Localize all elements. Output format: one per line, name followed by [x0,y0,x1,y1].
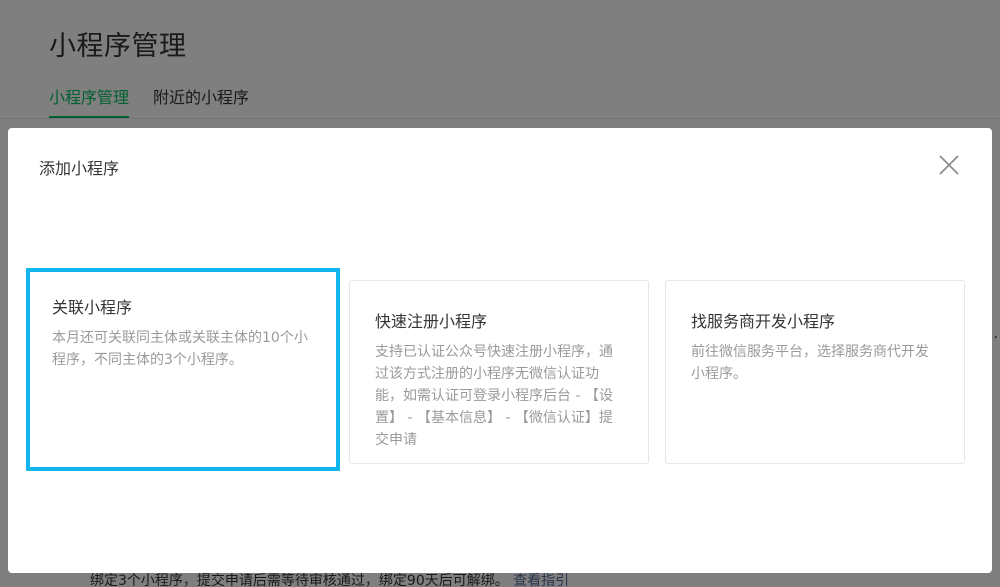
option-description: 支持已认证公众号快速注册小程序，通过该方式注册的小程序无微信认证功能，如需认证可… [375,344,613,448]
option-quick-register-miniprogram[interactable]: 快速注册小程序 支持已认证公众号快速注册小程序，通过该方式注册的小程序无微信认证… [349,280,649,464]
option-link-miniprogram[interactable]: 关联小程序 本月还可关联同主体或关联主体的10个小程序，不同主体的3个小程序。 [26,268,340,471]
close-icon[interactable] [936,152,962,178]
option-description: 前往微信服务平台，选择服务商代开发小程序。 [691,344,929,382]
option-title: 快速注册小程序 [375,312,488,331]
option-title: 找服务商开发小程序 [691,312,836,331]
dialog-title: 添加小程序 [39,159,120,178]
option-description: 本月还可关联同主体或关联主体的10个小程序，不同主体的3个小程序。 [52,330,308,368]
add-miniprogram-dialog: 添加小程序 关联小程序 本月还可关联同主体或关联主体的10个小程序，不同主体的3… [8,128,992,573]
option-find-service-provider[interactable]: 找服务商开发小程序 前往微信服务平台，选择服务商代开发小程序。 [665,280,965,464]
option-title: 关联小程序 [52,298,133,317]
